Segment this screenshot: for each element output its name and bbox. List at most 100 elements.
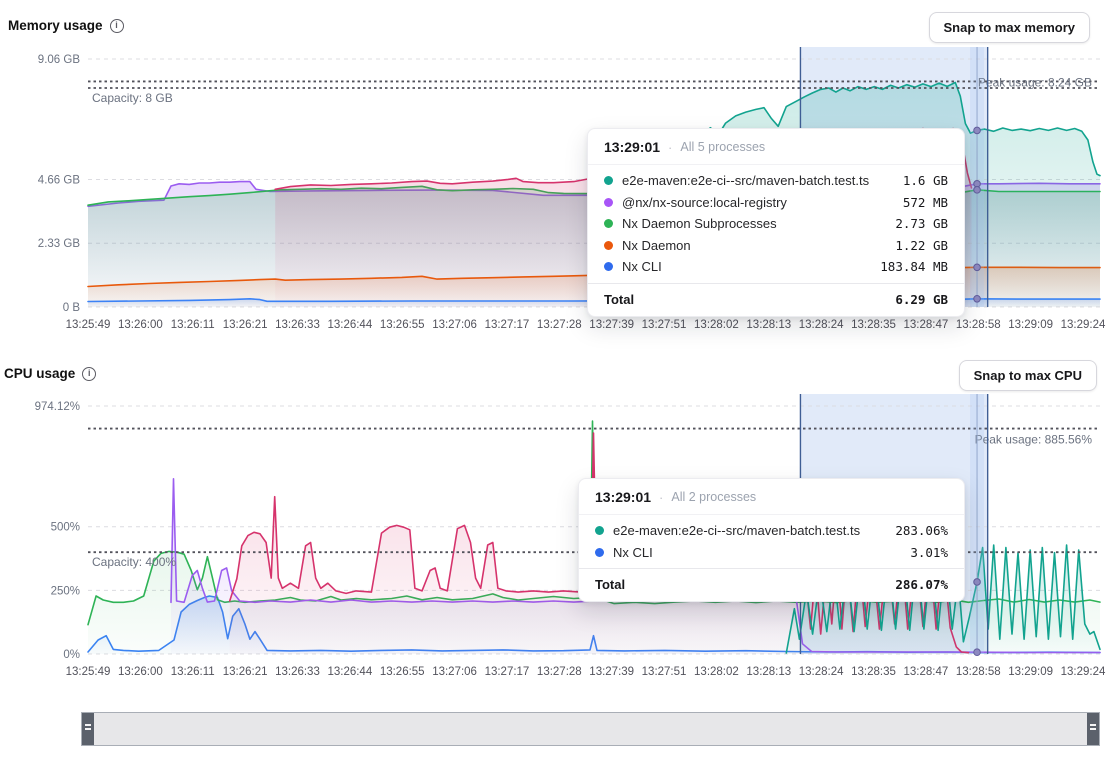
tooltip-total-value: 6.29 GB [895, 292, 948, 307]
x-tick-label: 13:27:06 [432, 319, 477, 331]
process-name: Nx CLI [622, 259, 871, 274]
tooltip-time: 13:29:01 [595, 489, 651, 505]
capacity-label: Capacity: 400% [92, 555, 176, 569]
tooltip-total-label: Total [604, 292, 634, 307]
y-tick-label: 500% [51, 522, 80, 534]
tooltip-process-row: e2e-maven:e2e-ci--src/maven-batch.test.t… [579, 520, 964, 542]
crosshair-dot [974, 649, 981, 656]
y-tick-label: 250% [51, 585, 80, 597]
tooltip-time: 13:29:01 [604, 139, 660, 155]
process-value: 3.01% [910, 545, 948, 560]
tooltip-rows: e2e-maven:e2e-ci--src/maven-batch.test.t… [579, 515, 964, 568]
x-tick-label: 13:26:11 [171, 319, 215, 331]
x-tick-label: 13:29:24 [1061, 666, 1106, 678]
grip-icon [1090, 728, 1096, 730]
process-value: 1.6 GB [903, 173, 948, 188]
x-tick-label: 13:26:21 [223, 666, 268, 678]
scrollbar-right-handle[interactable] [1087, 713, 1099, 745]
x-tick-label: 13:27:28 [537, 666, 582, 678]
x-tick-label: 13:26:11 [171, 666, 215, 678]
tooltip-process-row: Nx CLI183.84 MB [588, 256, 964, 278]
x-tick-label: 13:26:00 [118, 319, 163, 331]
cpu-usage-title: CPU usage [4, 366, 75, 381]
process-name: e2e-maven:e2e-ci--src/maven-batch.test.t… [613, 523, 886, 538]
x-tick-label: 13:26:55 [380, 666, 425, 678]
x-tick-label: 13:28:58 [956, 319, 1001, 331]
timeline-scrollbar[interactable] [81, 712, 1100, 746]
process-value: 283.06% [895, 523, 948, 538]
x-tick-label: 13:26:33 [275, 666, 320, 678]
process-color-dot-icon [604, 262, 613, 271]
x-tick-label: 13:27:06 [432, 666, 477, 678]
x-tick-label: 13:28:24 [799, 319, 844, 331]
tooltip-process-row: e2e-maven:e2e-ci--src/maven-batch.test.t… [588, 170, 964, 192]
peak-label: Peak usage: 885.56% [975, 433, 1093, 447]
x-tick-label: 13:26:21 [223, 319, 268, 331]
process-name: Nx Daemon Subprocesses [622, 216, 886, 231]
x-tick-label: 13:29:24 [1061, 319, 1106, 331]
scrollbar-left-handle[interactable] [82, 713, 94, 745]
x-tick-label: 13:26:00 [118, 666, 163, 678]
process-name: @nx/nx-source:local-registry [622, 195, 894, 210]
x-tick-label: 13:28:02 [694, 666, 739, 678]
x-tick-label: 13:27:28 [537, 319, 582, 331]
crosshair-dot [974, 127, 981, 134]
x-tick-label: 13:27:51 [642, 319, 687, 331]
capacity-label: Capacity: 8 GB [92, 91, 173, 105]
process-color-dot-icon [604, 241, 613, 250]
x-tick-label: 13:25:49 [66, 319, 111, 331]
x-tick-label: 13:27:17 [485, 319, 530, 331]
crosshair-dot [974, 187, 981, 194]
x-tick-label: 13:28:47 [904, 666, 949, 678]
nx-profiler-page: Memory usage Snap to max memory 9.06 GB 4… [0, 0, 1118, 761]
snap-to-max-cpu-button[interactable]: Snap to max CPU [959, 360, 1097, 391]
memory-tooltip: 13:29:01 · All 5 processes e2e-maven:e2e… [587, 128, 965, 317]
memory-usage-title: Memory usage [8, 18, 103, 33]
x-tick-label: 13:28:02 [694, 319, 739, 331]
process-name: Nx CLI [613, 545, 901, 560]
y-tick-label: 974.12% [35, 401, 80, 413]
x-tick-label: 13:29:09 [1008, 319, 1053, 331]
tooltip-subtitle: All 2 processes [671, 490, 756, 504]
memory-section-header: Memory usage [8, 18, 124, 33]
y-tick-label: 4.66 GB [38, 174, 81, 186]
snap-to-max-memory-button[interactable]: Snap to max memory [929, 12, 1091, 43]
x-tick-label: 13:28:58 [956, 666, 1001, 678]
info-icon[interactable] [110, 19, 124, 33]
tooltip-total-row: Total 6.29 GB [588, 283, 964, 316]
process-color-dot-icon [595, 548, 604, 557]
x-tick-label: 13:28:24 [799, 666, 844, 678]
x-tick-label: 13:29:09 [1008, 666, 1053, 678]
grip-icon [85, 728, 91, 730]
tooltip-total-value: 286.07% [895, 577, 948, 592]
process-color-dot-icon [604, 219, 613, 228]
x-tick-label: 13:28:13 [746, 319, 791, 331]
tooltip-total-label: Total [595, 577, 625, 592]
process-value: 572 MB [903, 195, 948, 210]
tooltip-subtitle: All 5 processes [680, 140, 765, 154]
y-tick-label: 0 B [63, 302, 81, 314]
tooltip-process-row: @nx/nx-source:local-registry 572 MB [588, 192, 964, 214]
tooltip-header: 13:29:01 · All 5 processes [588, 129, 964, 165]
x-tick-label: 13:27:39 [589, 319, 634, 331]
x-tick-label: 13:28:35 [851, 666, 896, 678]
process-value: 1.22 GB [895, 238, 948, 253]
x-tick-label: 13:27:17 [485, 666, 530, 678]
process-color-dot-icon [604, 198, 613, 207]
info-icon[interactable] [82, 367, 96, 381]
x-tick-label: 13:28:47 [904, 319, 949, 331]
crosshair-dot [974, 264, 981, 271]
process-name: Nx Daemon [622, 238, 886, 253]
x-tick-label: 13:26:44 [327, 319, 372, 331]
x-tick-label: 13:27:51 [642, 666, 687, 678]
x-tick-label: 13:26:55 [380, 319, 425, 331]
tooltip-rows: e2e-maven:e2e-ci--src/maven-batch.test.t… [588, 165, 964, 283]
process-color-dot-icon [595, 526, 604, 535]
cpu-tooltip: 13:29:01 · All 2 processes e2e-maven:e2e… [578, 478, 965, 602]
y-tick-label: 2.33 GB [38, 238, 81, 250]
crosshair-dot [974, 295, 981, 302]
tooltip-process-row: Nx Daemon Subprocesses2.73 GB [588, 213, 964, 235]
y-tick-label: 9.06 GB [38, 54, 81, 66]
x-tick-label: 13:26:33 [275, 319, 320, 331]
tooltip-header: 13:29:01 · All 2 processes [579, 479, 964, 515]
